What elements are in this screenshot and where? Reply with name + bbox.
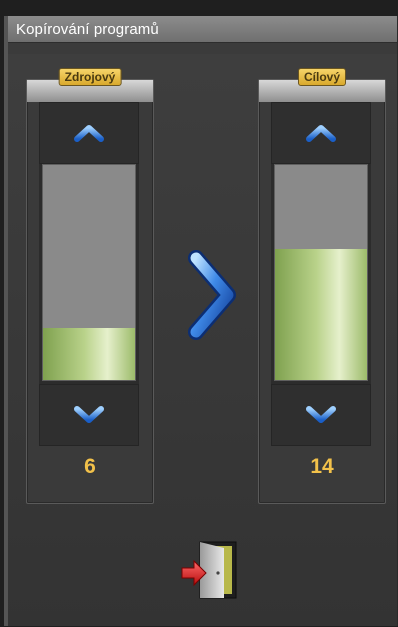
chevron-down-icon [74, 406, 104, 423]
target-label: Cílový [297, 68, 347, 86]
chevron-up-icon [74, 125, 104, 142]
source-down-button[interactable] [39, 384, 139, 446]
target-selector [271, 102, 371, 446]
target-up-button[interactable] [271, 102, 371, 164]
source-value: 6 [84, 455, 96, 478]
window-title: Kopírování programů [16, 20, 159, 38]
exit-button[interactable] [176, 536, 242, 602]
source-level-fill [43, 328, 135, 380]
target-level-fill [275, 248, 367, 380]
source-label: Zdrojový [58, 68, 122, 86]
source-up-button[interactable] [39, 102, 139, 164]
program-copy-window: Kopírování programů Zdrojový 6 Cílový 14 [4, 16, 398, 626]
exit-door-icon [181, 541, 237, 599]
target-panel: Cílový 14 [258, 68, 386, 504]
source-panel: Zdrojový 6 [26, 68, 154, 504]
title-bar: Kopírování programů [8, 16, 397, 43]
target-down-button[interactable] [271, 384, 371, 446]
chevron-up-icon [306, 125, 336, 142]
chevron-down-icon [306, 406, 336, 423]
source-selector [39, 102, 139, 446]
source-level-track[interactable] [42, 164, 136, 381]
target-value: 14 [310, 455, 334, 478]
copy-arrow-button[interactable] [186, 248, 238, 342]
target-level-track[interactable] [274, 164, 368, 381]
